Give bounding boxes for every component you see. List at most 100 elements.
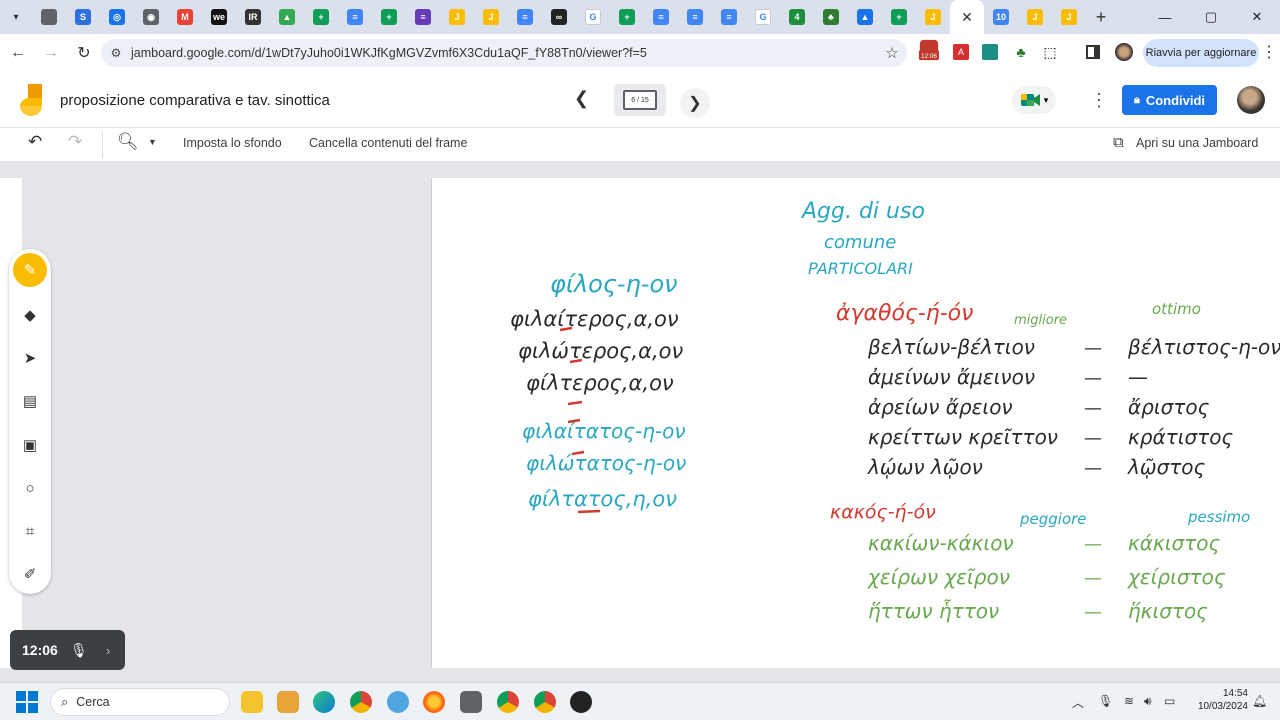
taskbar-clock[interactable]: 14:54 10/03/2024 <box>1192 687 1248 713</box>
browser-tab[interactable]: J <box>1018 0 1052 34</box>
tab-search-button[interactable]: ▾ <box>0 0 32 34</box>
tray-microphone-icon[interactable]: 🎙︎ <box>1098 694 1113 708</box>
open-in-jamboard-icon[interactable]: ⧉ <box>1113 134 1124 151</box>
forward-button[interactable]: → <box>36 38 66 68</box>
undo-icon[interactable]: ↶ <box>28 132 42 152</box>
wifi-icon[interactable]: ≋ <box>1124 694 1134 708</box>
redo-icon[interactable]: ↷ <box>68 132 82 152</box>
browser-tab[interactable]: M <box>168 0 202 34</box>
browser-tab[interactable] <box>32 0 66 34</box>
update-button[interactable]: Riavvia per aggiornare <box>1143 39 1259 67</box>
eraser-tool-icon[interactable]: ◆ <box>18 303 42 327</box>
text-box-tool-icon[interactable]: ⌗ <box>18 519 42 543</box>
browser-tab[interactable]: J <box>474 0 508 34</box>
site-info-icon[interactable]: ⚙ <box>101 46 131 60</box>
browser-tab[interactable]: + <box>304 0 338 34</box>
browser-tab[interactable]: J <box>916 0 950 34</box>
volume-icon[interactable]: 🔊︎ <box>1144 694 1152 709</box>
battery-icon[interactable]: ▭ <box>1164 694 1175 708</box>
bookmark-star-icon[interactable]: ☆ <box>877 44 907 62</box>
extension-translate-icon[interactable] <box>979 41 1001 63</box>
chrome-profile-2-icon[interactable] <box>534 691 556 713</box>
edge-icon[interactable] <box>313 691 335 713</box>
active-tab-close-button[interactable]: ✕ <box>950 0 984 34</box>
profile-avatar[interactable] <box>1113 41 1135 63</box>
file-explorer-icon[interactable] <box>241 691 263 713</box>
image-tool-icon[interactable]: ▣ <box>18 433 42 457</box>
notifications-bell-icon[interactable]: 🔔︎ <box>1252 694 1267 708</box>
more-options-icon[interactable]: ⋮ <box>1090 90 1108 111</box>
browser-tab[interactable]: ▲ <box>848 0 882 34</box>
browser-tab[interactable]: 4 <box>780 0 814 34</box>
browser-tab[interactable]: ♣ <box>814 0 848 34</box>
close-window-button[interactable]: ✕ <box>1234 0 1280 34</box>
jamboard-logo-icon[interactable] <box>20 84 42 116</box>
extension-pdf-icon[interactable]: A <box>950 41 972 63</box>
zoom-dropdown-chevron-icon[interactable]: ▼ <box>148 137 157 147</box>
browser-tab[interactable]: ≡ <box>678 0 712 34</box>
extensions-puzzle-icon[interactable]: ⬚ <box>1039 41 1061 63</box>
browser-tab[interactable]: ≡ <box>338 0 372 34</box>
browser-tab[interactable]: ≡ <box>644 0 678 34</box>
previous-frame-button[interactable]: ❮ <box>574 88 589 109</box>
extension-clock-icon[interactable]: 12:06 <box>918 39 940 61</box>
url-text[interactable]: jamboard.google.com/d/1wDt7yJuho0i1WKJfK… <box>131 46 877 60</box>
browser-tab[interactable]: IR <box>236 0 270 34</box>
address-bar[interactable]: ⚙ jamboard.google.com/d/1wDt7yJuho0i1WKJ… <box>101 39 907 67</box>
browser-menu-icon[interactable]: ⋮ <box>1261 42 1277 62</box>
side-panel-icon[interactable] <box>1082 41 1104 63</box>
next-frame-button[interactable]: ❯ <box>680 88 710 118</box>
tray-chevron-up-icon[interactable]: ︿ <box>1072 694 1084 711</box>
chevron-right-icon[interactable]: › <box>106 643 110 658</box>
taskbar-search[interactable]: ⌕ Cerca <box>50 688 230 716</box>
browser-tab[interactable]: ≡ <box>712 0 746 34</box>
browser-tab[interactable]: we <box>202 0 236 34</box>
open-in-jamboard-button[interactable]: Apri su una Jamboard <box>1136 136 1258 150</box>
screen-recorder-icon[interactable] <box>570 691 592 713</box>
new-tab-button[interactable]: + <box>1086 0 1116 34</box>
browser-tab[interactable]: + <box>372 0 406 34</box>
browser-tab[interactable]: ▲ <box>270 0 304 34</box>
set-background-button[interactable]: Imposta lo sfondo <box>183 136 282 150</box>
pen-tool-icon[interactable]: ✎ <box>13 253 47 287</box>
back-button[interactable]: ← <box>3 38 33 68</box>
camera-icon[interactable] <box>460 691 482 713</box>
browser-tab[interactable]: ◎ <box>100 0 134 34</box>
globe-app-icon[interactable] <box>387 691 409 713</box>
start-button[interactable] <box>16 691 38 713</box>
browser-tab[interactable]: 10 <box>984 0 1018 34</box>
reload-button[interactable]: ↻ <box>69 38 99 68</box>
extension-tree-icon[interactable]: ♣ <box>1010 41 1032 63</box>
sticky-note-tool-icon[interactable]: ▤ <box>18 389 42 413</box>
chrome-icon[interactable] <box>350 691 372 713</box>
recording-widget[interactable]: 12:06 🎙︎ › <box>10 630 125 670</box>
share-button[interactable]: 🔒︎ Condividi <box>1122 85 1217 115</box>
minimize-button[interactable]: — <box>1142 0 1188 34</box>
microphone-icon[interactable]: 🎙︎ <box>70 642 106 659</box>
whiteboard-canvas[interactable]: φίλος-η-ον φιλαίτερος,α,ον φιλώτερος,α,ο… <box>431 178 1280 668</box>
browser-tab[interactable]: + <box>882 0 916 34</box>
firefox-icon[interactable] <box>423 691 445 713</box>
clear-frame-button[interactable]: Cancella contenuti del frame <box>309 136 467 150</box>
browser-tab[interactable]: ≡ <box>406 0 440 34</box>
select-tool-icon[interactable]: ➤ <box>18 346 42 370</box>
browser-tab[interactable]: G <box>746 0 780 34</box>
browser-tab[interactable]: J <box>1052 0 1086 34</box>
board-title[interactable]: proposizione comparativa e tav. sinottic… <box>60 92 330 109</box>
frame-bar-button[interactable]: 6 / 15 <box>614 84 666 116</box>
maximize-button[interactable]: ▢ <box>1188 0 1234 34</box>
shape-tool-icon[interactable]: ○ <box>18 476 42 500</box>
browser-tab[interactable]: ◉ <box>134 0 168 34</box>
browser-tab[interactable]: J <box>440 0 474 34</box>
meet-present-button[interactable]: ▾ <box>1012 86 1056 114</box>
laser-tool-icon[interactable]: ✐ <box>18 562 42 586</box>
browser-tab[interactable]: + <box>610 0 644 34</box>
chrome-profile-icon[interactable] <box>497 691 519 713</box>
browser-tab[interactable]: S <box>66 0 100 34</box>
browser-tab[interactable]: ≡ <box>508 0 542 34</box>
browser-tab[interactable]: G <box>576 0 610 34</box>
zoom-icon[interactable]: 🔍︎ <box>117 132 139 152</box>
browser-tab[interactable]: ∞ <box>542 0 576 34</box>
media-player-icon[interactable] <box>277 691 299 713</box>
account-avatar[interactable] <box>1237 86 1265 114</box>
